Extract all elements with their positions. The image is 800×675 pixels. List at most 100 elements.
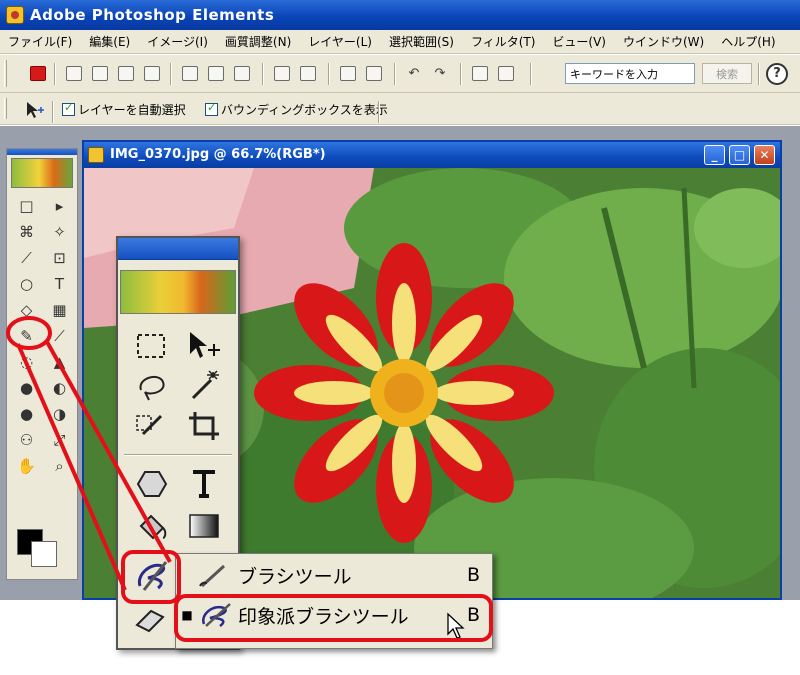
show-bounding-box-option[interactable]: バウンディングボックスを表示 [205,101,388,118]
undo-button[interactable]: ↶ [404,63,424,83]
close-button[interactable]: ✕ [754,145,775,165]
zoom-paint-bucket-tool[interactable] [130,506,174,546]
toolbar-separator [54,63,56,85]
photoshop-elements-window: Adobe Photoshop Elements ファイル(F) 編集(E) イ… [0,0,800,675]
toolbox-tool-grid: □ ▸ ⌘ ✧ ⟋ ⊡ ○ T ◇ ▦ ✎ ⟋ ◌ ▲ ● ◐ ● ◑ ⚇ ⤢ … [7,191,77,480]
type-tool[interactable]: T [44,271,75,296]
browse-button[interactable] [116,63,136,83]
zoom-eraser-tool[interactable] [128,600,172,640]
save-button[interactable] [180,63,200,83]
zoomed-toolbox-title-bar [118,238,238,260]
paint-bucket-tool[interactable]: ◇ [11,297,42,322]
toolbar-separator [378,101,380,123]
auto-select-layer-checkbox[interactable] [62,101,75,116]
help-button[interactable]: ? [766,63,788,85]
selection-brush-tool[interactable]: ⟋ [11,245,42,270]
toolbox-title-bar[interactable] [7,149,77,155]
lasso-icon [139,375,165,401]
zoom-crop-tool[interactable] [182,406,226,446]
flyout-brush-tool-shortcut: B [466,564,480,586]
gradient-icon [189,514,219,538]
print-preview-button[interactable] [364,63,384,83]
search-button[interactable]: 検索 [702,63,752,84]
brush-icon [199,564,226,588]
menu-bar: ファイル(F) 編集(E) イメージ(I) 画質調整(N) レイヤー(L) 選択… [0,30,800,54]
hand-tool[interactable]: ✋ [11,453,42,478]
zoom-magic-wand-tool[interactable] [182,366,226,406]
flyout-selected-bullet: ■ [181,608,193,622]
pencil-tool[interactable]: ⟋ [44,323,75,348]
menu-image[interactable]: イメージ(I) [147,33,208,50]
blur-tool[interactable]: ▲ [44,349,75,374]
zoom-tool[interactable]: ⌕ [44,453,75,478]
zoom-shape-tool[interactable] [130,464,174,504]
photoshop-elements-icon [6,6,24,24]
redo-button[interactable]: ↷ [430,63,450,83]
options-bar: レイヤーを自動選択 バウンディングボックスを表示 [0,93,800,125]
maximize-button[interactable]: □ [729,145,750,165]
options-bar-grip[interactable] [4,98,7,119]
magic-wand-tool[interactable]: ✧ [44,219,75,244]
attach-email-button[interactable] [232,63,252,83]
new-file-button[interactable] [64,63,84,83]
lasso-tool[interactable]: ⌘ [11,219,42,244]
print-button[interactable] [338,63,358,83]
smudge-tool[interactable]: ◑ [44,401,75,426]
move-icon [190,332,220,358]
menu-enhance[interactable]: 画質調整(N) [225,33,291,50]
menu-layer[interactable]: レイヤー(L) [308,33,372,50]
zoom-move-tool[interactable] [182,326,226,366]
toolbar-grip[interactable] [4,60,7,87]
online-services-button[interactable] [272,63,292,83]
quick-fix-button[interactable] [470,63,490,83]
toolbar-separator [328,63,330,85]
marquee-icon [137,334,165,358]
flyout-brush-tool[interactable]: ブラシツール B [176,558,492,592]
crop-icon [189,412,219,440]
paint-bucket-icon [139,514,167,540]
impressionist-brush-icon [137,561,168,591]
menu-select[interactable]: 選択範囲(S) [389,33,454,50]
import-icon [144,65,160,81]
import-button[interactable] [142,63,162,83]
dodge-tool[interactable]: ◐ [44,375,75,400]
zoom-lasso-tool[interactable] [130,366,174,406]
zoom-marquee-tool[interactable] [130,326,174,366]
menu-edit[interactable]: 編集(E) [89,33,130,50]
brush-tool[interactable]: ✎ [11,323,42,348]
marquee-tool[interactable]: □ [11,193,42,218]
burn-tool[interactable]: ● [11,401,42,426]
gradient-tool[interactable]: ▦ [44,297,75,322]
clone-stamp-tool[interactable]: ⚇ [11,427,42,452]
document-title-bar[interactable]: IMG_0370.jpg @ 66.7%(RGB*) _ □ ✕ [84,142,780,168]
recipes-button[interactable] [496,63,516,83]
show-bounding-box-checkbox[interactable] [205,101,218,116]
auto-select-layer-option[interactable]: レイヤーを自動選択 [62,101,186,118]
online-icon [274,65,290,81]
flyout-impressionist-brush-tool[interactable]: ■ 印象派ブラシツール B [176,598,492,632]
menu-view[interactable]: ビュー(V) [552,33,606,50]
adobe-online-button[interactable] [28,63,48,83]
background-color-swatch[interactable] [31,541,57,567]
color-swatches [15,527,65,567]
crop-tool[interactable]: ⊡ [44,245,75,270]
red-eye-tool[interactable]: ◌ [11,349,42,374]
zoom-gradient-tool[interactable] [182,506,226,546]
zoom-selection-brush-tool[interactable] [130,406,174,446]
sponge-tool[interactable]: ● [11,375,42,400]
menu-help[interactable]: ヘルプ(H) [721,33,775,50]
minimize-button[interactable]: _ [704,145,725,165]
save-icon [182,65,198,81]
move-tool[interactable]: ▸ [44,193,75,218]
open-button[interactable] [90,63,110,83]
menu-file[interactable]: ファイル(F) [8,33,72,50]
menu-window[interactable]: ウインドウ(W) [623,33,704,50]
zoom-impressionist-brush-tool[interactable] [128,554,176,596]
save-for-web-button[interactable] [206,63,226,83]
menu-filter[interactable]: フィルタ(T) [471,33,535,50]
step-backward-button[interactable] [298,63,318,83]
zoom-type-tool[interactable] [182,464,226,504]
search-input[interactable] [565,63,695,84]
eyedropper-tool[interactable]: ⤢ [44,427,75,452]
shape-tool[interactable]: ○ [11,271,42,296]
